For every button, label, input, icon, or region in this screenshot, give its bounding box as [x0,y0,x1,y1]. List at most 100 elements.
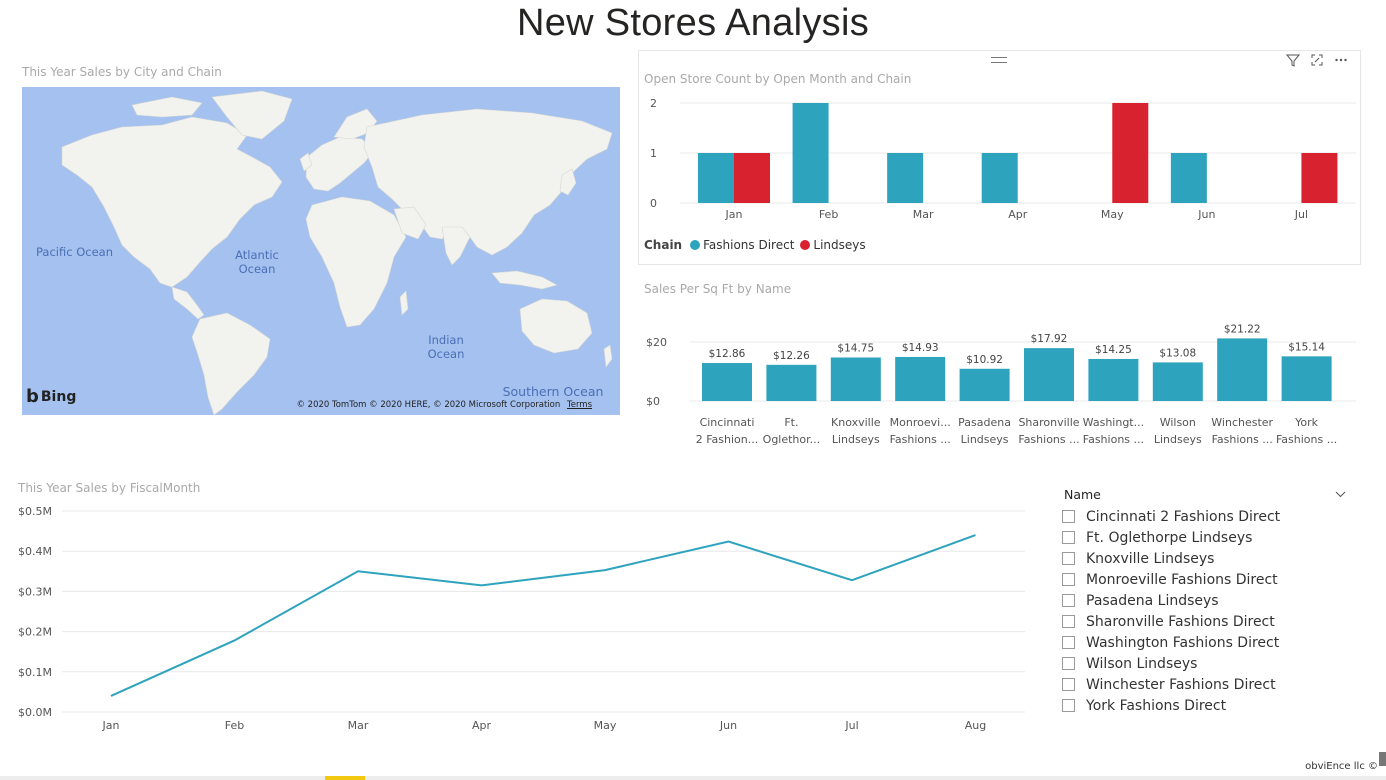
slicer-item[interactable]: Monroeville Fashions Direct [1062,569,1352,590]
monthly-sales-chart-title: This Year Sales by FiscalMonth [18,481,201,495]
x-tick-label: May [1101,208,1124,221]
x-tick-label: Pasadena [958,416,1011,429]
land-south-america [191,312,271,415]
y-tick-label: $0.2M [18,626,52,639]
legend-dot-icon [800,240,811,250]
checkbox-icon[interactable] [1062,531,1075,544]
data-label: $17.92 [1031,333,1068,345]
x-tick-label: Lindseys [961,433,1009,446]
checkbox-icon[interactable] [1062,552,1075,565]
legend-item-fashions-direct[interactable]: Fashions Direct [690,238,794,252]
slicer-item-label: Monroeville Fashions Direct [1086,571,1278,588]
slicer-item-label: Washington Fashions Direct [1086,634,1280,651]
slicer-item[interactable]: Pasadena Lindseys [1062,590,1352,611]
more-options-icon[interactable] [1334,53,1348,71]
land-arctic-islands [131,96,203,118]
scrollbar-thumb[interactable] [1379,752,1386,766]
filter-icon[interactable] [1285,53,1301,71]
y-tick-label: 0 [650,197,657,210]
checkbox-icon[interactable] [1062,699,1075,712]
y-tick-label: $0.1M [18,666,52,679]
open-store-column-chart: 0 1 2 Jan Feb Mar Apr May Jun Jul [650,97,1356,221]
y-tick-label: 2 [650,97,657,110]
page-title: New Stores Analysis [516,2,870,44]
x-tick-label: Fashions ... [1212,433,1273,446]
bar [830,357,881,401]
land-india [441,226,471,266]
x-tick-label: Jul [844,719,858,732]
chevron-down-icon[interactable] [1335,488,1346,501]
checkbox-icon[interactable] [1062,615,1075,628]
x-tick-label: Apr [472,719,492,732]
slicer-item-label: Winchester Fashions Direct [1086,676,1276,693]
map-terms-link[interactable]: Terms [567,400,592,410]
bar [1217,338,1268,401]
slicer-item[interactable]: Cincinnati 2 Fashions Direct [1062,506,1352,527]
x-tick-label: Cincinnati [700,416,755,429]
map-visual-title: This Year Sales by City and Chain [22,65,222,79]
checkbox-icon[interactable] [1062,636,1075,649]
slicer-item[interactable]: Washington Fashions Direct [1062,632,1352,653]
x-tick-label: Jan [102,719,120,732]
legend-title: Chain [644,238,683,252]
slicer-item[interactable]: Sharonville Fashions Direct [1062,611,1352,632]
checkbox-icon[interactable] [1062,573,1075,586]
footer-credit: obviEnce llc © [1305,761,1378,772]
bar [1152,362,1203,401]
drag-handle-icon[interactable] [991,57,1007,63]
focus-mode-icon[interactable] [1310,53,1324,71]
x-tick-label: Feb [819,208,838,221]
x-tick-label: Mar [913,208,934,221]
slicer-item-label: Ft. Oglethorpe Lindseys [1086,529,1253,546]
checkbox-icon[interactable] [1062,594,1075,607]
bar-fashions-direct [887,153,924,203]
slicer-header-label: Name [1064,486,1101,502]
open-store-chart-title: Open Store Count by Open Month and Chain [644,72,912,86]
x-tick-label: Apr [1008,208,1028,221]
x-tick-label: Jan [725,208,743,221]
x-tick-label: May [594,719,617,732]
slicer-item[interactable]: Wilson Lindseys [1062,653,1352,674]
x-tick-label: York [1294,416,1319,429]
bar [766,364,817,401]
legend-dot-icon [690,240,701,250]
land-australia [519,298,593,354]
sales-sqft-chart-title: Sales Per Sq Ft by Name [644,282,792,296]
data-label: $14.25 [1095,344,1132,356]
map-copyright-text: © 2020 TomTom © 2020 HERE, © 2020 Micros… [296,400,561,410]
x-tick-label: Washingt... [1083,416,1144,429]
bar-fashions-direct [698,153,734,203]
active-page-tab[interactable] [325,776,365,780]
checkbox-icon[interactable] [1062,510,1075,523]
visual-toolbar [1285,53,1348,71]
checkbox-icon[interactable] [1062,657,1075,670]
slicer-item[interactable]: Ft. Oglethorpe Lindseys [1062,527,1352,548]
slicer-item[interactable]: Knoxville Lindseys [1062,548,1352,569]
x-tick-label: Jun [719,719,737,732]
bar-fashions-direct [1170,153,1207,203]
slicer-item[interactable]: York Fashions Direct [1062,695,1352,716]
x-tick-label: Sharonville [1018,416,1079,429]
map-copyright: © 2020 TomTom © 2020 HERE, © 2020 Micros… [296,400,592,410]
x-tick-label: Jul [1294,208,1308,221]
name-slicer: Name Cincinnati 2 Fashions Direct Ft. Ogl… [1062,485,1352,716]
land-indonesia [491,270,558,290]
bar [1281,356,1332,401]
x-tick-label: Fashions ... [890,433,951,446]
bing-icon: b [26,386,39,407]
y-tick-label: $0.0M [18,706,52,719]
x-tick-label: Monroevi... [890,416,951,429]
checkbox-icon[interactable] [1062,678,1075,691]
slicer-item[interactable]: Winchester Fashions Direct [1062,674,1352,695]
legend-item-lindseys[interactable]: Lindseys [800,238,866,252]
x-tick-label: Fashions ... [1276,433,1337,446]
sales-map[interactable]: Pacific Ocean Atlantic Ocean Indian Ocea… [22,87,620,415]
ocean-label-indian: Indian Ocean [427,333,465,361]
legend-label: Lindseys [813,238,866,252]
bar [895,356,946,401]
data-label: $21.22 [1224,323,1261,335]
y-tick-label: 1 [650,147,657,160]
bar-lindseys [1301,153,1338,203]
land-africa [305,196,407,328]
slicer-header[interactable]: Name [1064,485,1352,503]
